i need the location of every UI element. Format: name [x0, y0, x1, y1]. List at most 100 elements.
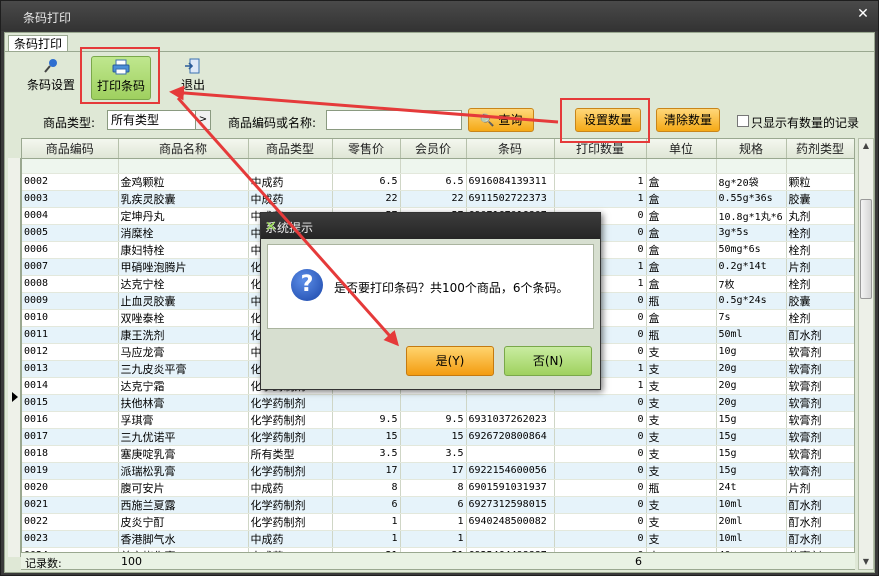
column-header[interactable]: 条码	[466, 139, 555, 159]
yes-button[interactable]: 是(Y)	[406, 346, 494, 376]
table-cell: 0016	[22, 411, 119, 429]
table-cell: 片剂	[786, 479, 854, 497]
table-cell: 盒	[646, 309, 717, 327]
table-cell: 0.5g*24s	[716, 292, 787, 310]
table-row[interactable]: 0015 扶他林膏 化学药制剂 0 支 20g 软膏剂	[22, 394, 854, 412]
table-cell: 三九优诺平	[118, 428, 249, 446]
table-row[interactable]: 0022 皮炎宁酊 化学药制剂 1 1 6940248500082 0 支 20ml 酊水剂	[22, 513, 854, 531]
dialog-close-icon[interactable]: ✕	[265, 219, 594, 235]
row-header-column	[8, 158, 21, 557]
table-cell: 0018	[22, 445, 119, 463]
table-cell: 扶他林膏	[118, 394, 249, 412]
column-header[interactable]: 零售价	[332, 139, 401, 159]
barcode-settings-button[interactable]: 条码设置	[23, 56, 79, 100]
chevron-right-icon[interactable]: >	[195, 111, 210, 129]
table-cell: 6926720800864	[466, 428, 555, 446]
code-or-name-input[interactable]	[326, 110, 462, 130]
column-header[interactable]: 商品名称	[118, 139, 249, 159]
table-cell: 0.55g*36s	[716, 190, 787, 208]
table-cell	[466, 394, 555, 412]
table-cell: 0	[554, 394, 647, 412]
pin-icon	[44, 59, 57, 73]
column-header[interactable]: 打印数量	[554, 139, 647, 159]
column-header[interactable]: 商品编码	[22, 139, 119, 159]
set-quantity-button[interactable]: 设置数量	[575, 108, 641, 132]
table-cell: 化学药制剂	[248, 394, 333, 412]
table-cell: 酊水剂	[786, 513, 854, 531]
search-icon: 🔍	[479, 113, 495, 127]
exit-label: 退出	[180, 78, 205, 92]
table-cell: 0002	[22, 173, 119, 191]
table-cell: 0.2g*14t	[716, 258, 787, 276]
only-with-quantity-checkbox[interactable]	[737, 115, 749, 127]
table-row[interactable]: 0023 香港脚气水 中成药 1 1 0 支 10ml 酊水剂	[22, 530, 854, 548]
table-row[interactable]: 0017 三九优诺平 化学药制剂 15 15 6926720800864 0 支 15g 软膏剂	[22, 428, 854, 446]
table-cell: 0006	[22, 241, 119, 259]
table-cell: 支	[646, 428, 717, 446]
table-cell: 支	[646, 530, 717, 548]
no-button[interactable]: 否(N)	[504, 346, 592, 376]
table-cell: 双唑泰栓	[118, 309, 249, 327]
table-cell: 10.8g*1丸*6	[716, 207, 787, 225]
table-cell: 中成药	[248, 190, 333, 208]
filter-row[interactable]	[22, 158, 854, 174]
table-cell: 6.5	[400, 173, 467, 191]
print-barcode-label: 打印条码	[96, 79, 145, 93]
table-cell: 0005	[22, 224, 119, 242]
table-cell: 50ml	[716, 326, 787, 344]
table-cell: 1	[332, 530, 401, 548]
column-header[interactable]: 规格	[716, 139, 787, 159]
table-row[interactable]: 0018 塞庚啶乳膏 所有类型 3.5 3.5 0 支 15g 软膏剂	[22, 445, 854, 463]
table-cell: 甲硝唑泡腾片	[118, 258, 249, 276]
table-cell: 15	[400, 428, 467, 446]
scroll-thumb[interactable]	[860, 199, 872, 299]
table-cell: 支	[646, 343, 717, 361]
table-cell: 0	[554, 513, 647, 531]
column-header[interactable]: 商品类型	[248, 139, 333, 159]
scroll-up-icon[interactable]: ▲	[859, 139, 873, 153]
exit-button[interactable]: 退出	[175, 56, 211, 100]
clear-quantity-button[interactable]: 清除数量	[656, 108, 720, 132]
table-row[interactable]: 0016 孚琪膏 化学药制剂 9.5 9.5 6931037262023 0 支 15g 软膏剂	[22, 411, 854, 429]
table-cell: 栓剂	[786, 275, 854, 293]
table-cell: 0019	[22, 462, 119, 480]
window-close-icon[interactable]: ✕	[856, 7, 870, 21]
filter-bar: 商品类型: 所有类型 > 商品编码或名称: 🔍 查询 设置数量 清除数量 只显示…	[5, 105, 874, 135]
table-cell: 3g*5s	[716, 224, 787, 242]
table-cell: 0017	[22, 428, 119, 446]
table-row[interactable]: 0002 金鸡颗粒 中成药 6.5 6.5 6916084139311 1 盒 8g*20袋 颗粒	[22, 173, 854, 191]
table-cell: 瓶	[646, 326, 717, 344]
table-cell: 软膏剂	[786, 360, 854, 378]
printer-icon	[112, 59, 130, 75]
table-row[interactable]: 0019 派瑞松乳膏 化学药制剂 17 17 6922154600056 0 支 15g 软膏剂	[22, 462, 854, 480]
table-cell: 0013	[22, 360, 119, 378]
table-cell: 7枚	[716, 275, 787, 293]
vertical-scrollbar[interactable]: ▲ ▼	[858, 138, 874, 570]
print-barcode-button[interactable]: 打印条码	[91, 56, 151, 100]
column-header[interactable]: 药剂类型	[786, 139, 854, 159]
table-cell: 6916084139311	[466, 173, 555, 191]
table-cell: 1	[554, 190, 647, 208]
table-cell: 化学药制剂	[248, 513, 333, 531]
table-cell: 栓剂	[786, 309, 854, 327]
table-row[interactable]: 0020 腹可安片 中成药 8 8 6901591031937 0 瓶 24t 片剂	[22, 479, 854, 497]
table-cell: 6911502722373	[466, 190, 555, 208]
only-with-quantity-label: 只显示有数量的记录	[751, 116, 860, 130]
table-row[interactable]: 0021 西施兰夏露 化学药制剂 6 6 6927312598015 0 支 10ml 酊水剂	[22, 496, 854, 514]
scroll-down-icon[interactable]: ▼	[859, 555, 873, 569]
product-type-select[interactable]: 所有类型 >	[107, 110, 211, 130]
table-cell: 达克宁霜	[118, 377, 249, 395]
column-header[interactable]: 会员价	[400, 139, 467, 159]
table-row[interactable]: 0003 乳疾灵胶囊 中成药 22 22 6911502722373 1 盒 0.55g*36s…	[22, 190, 854, 208]
window-title: 条码打印	[23, 11, 72, 25]
tab-barcode-print[interactable]: 条码打印	[8, 35, 69, 52]
table-cell: 化学药制剂	[248, 428, 333, 446]
column-header[interactable]: 单位	[646, 139, 717, 159]
table-cell: 0	[554, 462, 647, 480]
table-cell: 0011	[22, 326, 119, 344]
query-button[interactable]: 🔍 查询	[468, 108, 534, 132]
table-cell: 三九皮炎平膏	[118, 360, 249, 378]
table-cell: 0012	[22, 343, 119, 361]
table-cell: 盒	[646, 224, 717, 242]
table-cell: 酊水剂	[786, 326, 854, 344]
